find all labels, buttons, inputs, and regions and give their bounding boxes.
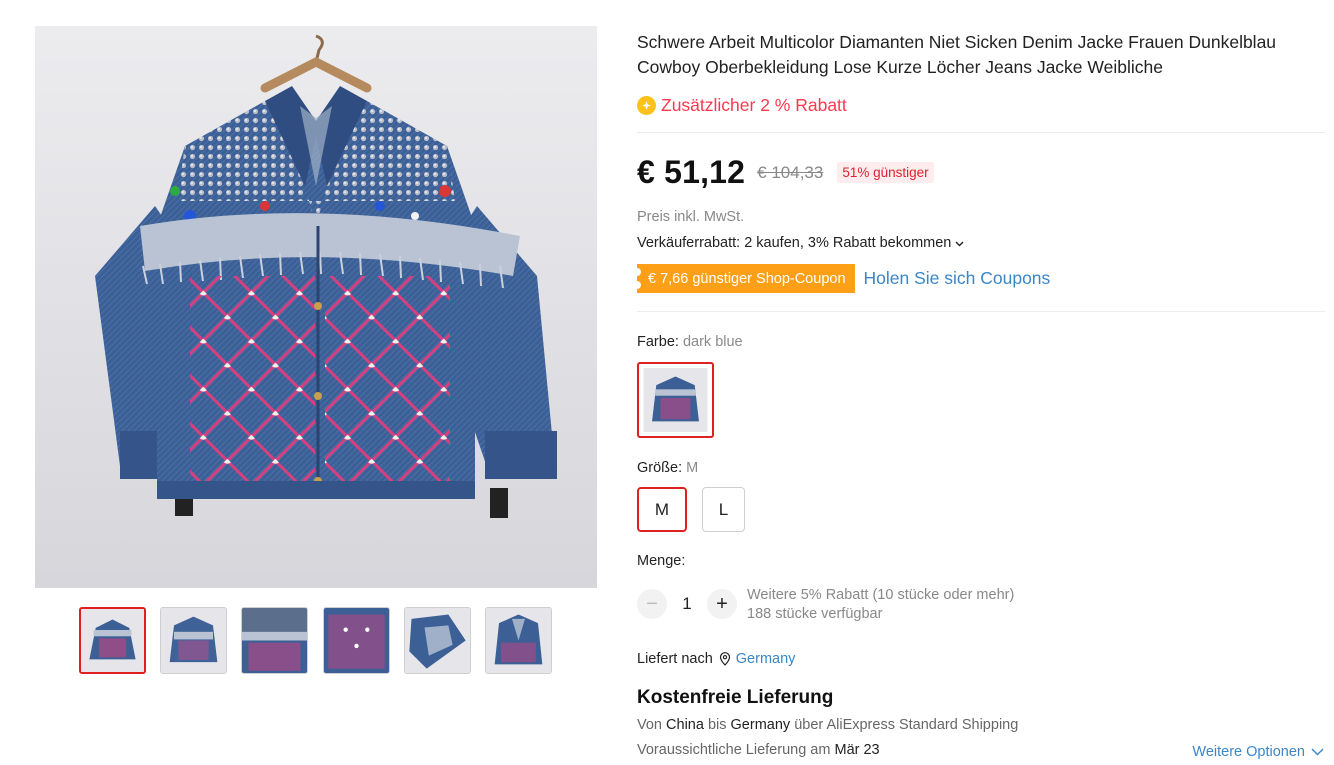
route-from-label: Von xyxy=(637,717,662,733)
thumbnail-4[interactable] xyxy=(323,607,390,674)
extra-discount: Zusätzlicher 2 % Rabatt xyxy=(637,95,847,116)
thumbnail-image xyxy=(242,608,307,673)
quantity-info: Weitere 5% Rabatt (10 stücke oder mehr) … xyxy=(747,586,1014,624)
quantity-value[interactable]: 1 xyxy=(667,594,707,614)
seller-discount-dropdown[interactable]: Verkäuferrabatt: 2 kaufen, 3% Rabatt bek… xyxy=(637,235,964,251)
shop-coupon-tag: € 7,66 günstiger Shop-Coupon xyxy=(633,264,855,293)
coupon-row: € 7,66 günstiger Shop-Coupon Holen Sie s… xyxy=(633,264,1051,293)
stock-note: 188 stücke verfügbar xyxy=(747,606,883,622)
thumbnail-3[interactable] xyxy=(241,607,308,674)
location-pin-icon xyxy=(719,652,731,666)
route-origin: China xyxy=(666,717,704,733)
seller-discount-text: Verkäuferrabatt: 2 kaufen, 3% Rabatt bek… xyxy=(637,235,952,251)
color-swatch-image xyxy=(643,368,708,432)
price-row: € 51,12 € 104,33 51% günstiger xyxy=(637,154,934,191)
product-title: Schwere Arbeit Multicolor Diamanten Niet… xyxy=(637,32,1277,77)
more-options-label: Weitere Optionen xyxy=(1192,744,1305,760)
extra-discount-text: Zusätzlicher 2 % Rabatt xyxy=(661,95,847,115)
thumbnail-image xyxy=(405,608,470,673)
thumbnail-image xyxy=(324,608,389,673)
thumbnail-2[interactable] xyxy=(160,607,227,674)
thumbnail-strip xyxy=(79,607,559,675)
thumbnail-1[interactable] xyxy=(79,607,146,674)
tax-note: Preis inkl. MwSt. xyxy=(637,209,745,225)
original-price: € 104,33 xyxy=(757,162,824,182)
delivery-estimate: Voraussichtliche Lieferung am Mär 23 xyxy=(637,742,880,758)
coin-plus-icon xyxy=(637,96,656,115)
color-option-dark-blue[interactable] xyxy=(637,362,714,438)
route-to-label: bis xyxy=(707,717,727,733)
shipping-route: Von China bis Germany über AliExpress St… xyxy=(637,717,1018,733)
size-option-m[interactable]: M xyxy=(637,487,687,532)
chevron-down-icon xyxy=(955,235,964,251)
ship-to-country-link[interactable]: Germany xyxy=(736,651,796,667)
thumbnail-image xyxy=(81,609,144,672)
thumbnail-5[interactable] xyxy=(404,607,471,674)
jacket-photo xyxy=(35,26,597,588)
color-label-row: Farbe: dark blue xyxy=(637,334,743,350)
free-shipping-title: Kostenfreie Lieferung xyxy=(637,687,834,708)
color-label: Farbe: xyxy=(637,334,679,350)
main-product-image[interactable] xyxy=(35,26,597,588)
eta-label: Voraussichtliche Lieferung am xyxy=(637,742,831,758)
route-method: über AliExpress Standard Shipping xyxy=(794,717,1019,733)
more-options-link[interactable]: Weitere Optionen xyxy=(1192,744,1324,760)
get-coupons-link[interactable]: Holen Sie sich Coupons xyxy=(864,268,1051,289)
current-price: € 51,12 xyxy=(637,154,746,190)
chevron-down-icon xyxy=(1311,744,1324,760)
size-label-row: Größe: M xyxy=(637,460,698,476)
size-label: Größe: xyxy=(637,460,683,476)
size-option-l[interactable]: L xyxy=(702,487,745,532)
quantity-decrease-button[interactable]: − xyxy=(637,589,667,619)
bulk-discount-note: Weitere 5% Rabatt (10 stücke oder mehr) xyxy=(747,587,1015,603)
size-value: M xyxy=(686,460,699,476)
thumbnail-image xyxy=(161,608,226,673)
thumbnail-6[interactable] xyxy=(485,607,552,674)
quantity-stepper: − 1 + xyxy=(637,589,737,619)
ship-to-label: Liefert nach xyxy=(637,651,713,667)
divider xyxy=(637,311,1325,312)
eta-date: Mär 23 xyxy=(834,742,880,758)
thumbnail-image xyxy=(486,608,551,673)
ship-to-row: Liefert nach Germany xyxy=(637,651,795,667)
color-value: dark blue xyxy=(682,334,743,350)
divider xyxy=(637,132,1325,133)
quantity-label: Menge: xyxy=(637,553,686,569)
discount-badge: 51% günstiger xyxy=(837,162,934,183)
quantity-increase-button[interactable]: + xyxy=(707,589,737,619)
route-destination: Germany xyxy=(730,717,791,733)
